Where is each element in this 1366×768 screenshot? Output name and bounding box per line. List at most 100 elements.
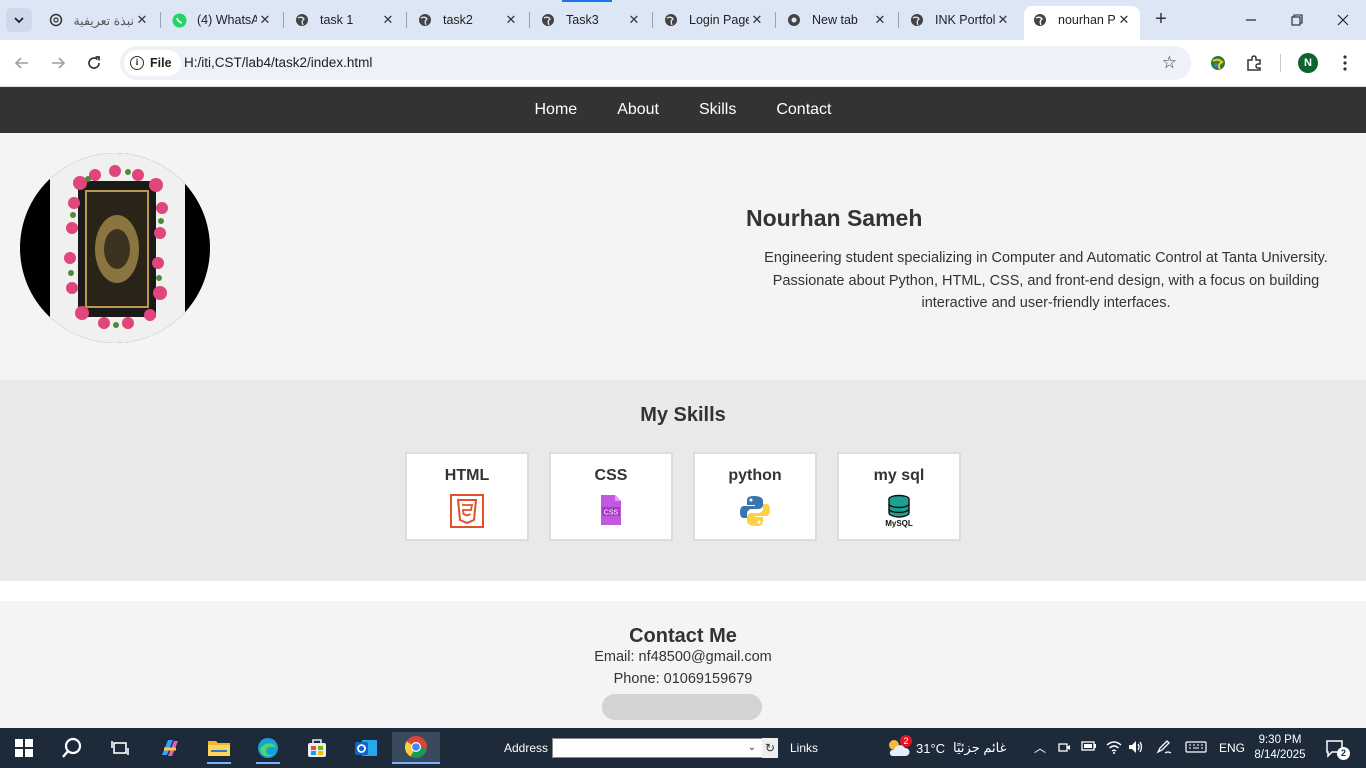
meet-now-icon[interactable] xyxy=(1057,740,1071,757)
chip-label: File xyxy=(150,56,172,70)
nav-link-skills[interactable]: Skills xyxy=(699,101,736,119)
close-window-button[interactable] xyxy=(1329,6,1357,34)
close-icon[interactable]: ✕ xyxy=(257,12,273,28)
arrow-right-icon xyxy=(52,57,66,69)
language-indicator[interactable]: ENG xyxy=(1219,741,1245,755)
section-divider xyxy=(0,581,1366,601)
globe-icon xyxy=(294,12,310,28)
wifi-icon[interactable] xyxy=(1106,740,1122,757)
chrome-icon xyxy=(786,12,802,28)
close-icon[interactable]: ✕ xyxy=(380,12,396,28)
clock-time: 9:30 PM xyxy=(1258,734,1302,746)
running-indicator xyxy=(256,762,280,764)
skill-card-mysql: my sql MySQL xyxy=(837,452,961,541)
chevron-up-icon[interactable]: ︿ xyxy=(1034,739,1046,756)
new-tab-button[interactable]: + xyxy=(1150,8,1172,32)
extensions-puzzle-icon[interactable] xyxy=(1243,52,1265,74)
nav-link-contact[interactable]: Contact xyxy=(776,101,831,119)
whatsapp-icon xyxy=(171,12,187,28)
copilot-button[interactable] xyxy=(150,732,190,764)
chrome-taskbar-button[interactable] xyxy=(392,732,440,764)
notification-badge: 2 xyxy=(1337,747,1350,760)
outlook-button[interactable] xyxy=(346,732,386,764)
tab-1[interactable]: (4) WhatsApp ✕ xyxy=(163,6,281,34)
tab-7[interactable]: INK Portfolio ✕ xyxy=(901,6,1019,34)
extension-globe-icon[interactable] xyxy=(1207,52,1229,74)
weather-widget[interactable]: 2 31°C غائم جزئيًا xyxy=(886,735,1007,760)
task-view-button[interactable] xyxy=(100,732,140,764)
weather-cloud-icon: 2 xyxy=(886,735,912,758)
close-icon[interactable]: ✕ xyxy=(872,12,888,28)
skill-name: python xyxy=(728,467,782,484)
back-button[interactable] xyxy=(10,51,34,75)
tab-title: nourhan Portfolio xyxy=(1058,13,1116,27)
tab-3[interactable]: task2 ✕ xyxy=(409,6,527,34)
tab-title: Login Page xyxy=(689,13,749,27)
minimize-button[interactable] xyxy=(1237,6,1265,34)
task-view-icon xyxy=(111,741,129,755)
globe-icon xyxy=(663,12,679,28)
tab-separator xyxy=(529,12,530,28)
tab-separator xyxy=(775,12,776,28)
battery-icon[interactable] xyxy=(1081,740,1097,755)
address-go-icon[interactable]: ↻ xyxy=(762,738,778,758)
tab-8-active[interactable]: nourhan Portfolio ✕ xyxy=(1024,6,1140,40)
chevron-down-icon[interactable]: ⌄ xyxy=(744,738,760,758)
url-text[interactable]: H:/iti,CST/lab4/task2/index.html xyxy=(184,55,372,70)
skills-heading: My Skills xyxy=(640,404,726,426)
menu-kebab-icon[interactable] xyxy=(1334,52,1356,74)
forward-button[interactable] xyxy=(46,51,70,75)
nav-link-home[interactable]: Home xyxy=(535,101,578,119)
store-button[interactable] xyxy=(297,732,337,764)
nav-link-about[interactable]: About xyxy=(617,101,659,119)
search-button[interactable] xyxy=(52,732,92,764)
restore-button[interactable] xyxy=(1283,6,1311,34)
skill-card-python: python xyxy=(693,452,817,541)
tab-5[interactable]: Login Page ✕ xyxy=(655,6,773,34)
close-icon[interactable]: ✕ xyxy=(749,12,765,28)
taskbar-links-label[interactable]: Links xyxy=(790,741,818,755)
close-icon[interactable]: ✕ xyxy=(503,12,519,28)
close-icon[interactable]: ✕ xyxy=(134,12,150,28)
volume-icon[interactable] xyxy=(1128,740,1144,757)
chevron-down-icon xyxy=(14,17,24,24)
start-button[interactable] xyxy=(4,732,44,764)
notification-center-button[interactable]: 2 xyxy=(1316,732,1356,764)
keyboard-icon[interactable] xyxy=(1185,740,1207,757)
skill-name: CSS xyxy=(594,467,628,484)
close-icon[interactable]: ✕ xyxy=(995,12,1011,28)
tab-search-button[interactable] xyxy=(6,8,32,32)
outlook-icon xyxy=(355,740,377,756)
globe-icon xyxy=(1032,12,1048,28)
edge-button[interactable] xyxy=(248,732,288,764)
reload-button[interactable] xyxy=(82,51,106,75)
skill-card-css: CSS CSS xyxy=(549,452,673,541)
tab-title: New tab xyxy=(812,13,858,27)
globe-icon xyxy=(417,12,433,28)
skill-card-html: HTML xyxy=(405,452,529,541)
close-icon[interactable]: ✕ xyxy=(626,12,642,28)
tab-0[interactable]: نبذة تعريفية ✕ xyxy=(40,6,158,34)
file-explorer-button[interactable] xyxy=(199,732,239,764)
profile-avatar[interactable]: N xyxy=(1298,53,1318,73)
arrow-left-icon xyxy=(14,57,28,69)
contact-heading: Contact Me xyxy=(629,625,737,647)
contact-email: Email: nf48500@gmail.com xyxy=(594,649,772,665)
skill-name: my sql xyxy=(873,467,925,484)
tab-2[interactable]: task 1 ✕ xyxy=(286,6,404,34)
close-icon[interactable]: ✕ xyxy=(1116,12,1132,28)
tab-loading-indicator xyxy=(562,0,612,2)
toolbar-separator xyxy=(1280,54,1281,72)
tab-4[interactable]: Task3 ✕ xyxy=(532,6,650,34)
system-clock[interactable]: 9:30 PM 8/14/2025 xyxy=(1252,733,1308,763)
profile-name: Nourhan Sameh xyxy=(746,205,923,231)
web-page: Home About Skills Contact Nourhan Sameh … xyxy=(0,87,1366,728)
bookmark-star-icon[interactable]: ☆ xyxy=(1162,54,1177,72)
tab-title: task2 xyxy=(443,13,473,27)
close-icon xyxy=(1337,14,1349,26)
site-info-chip[interactable]: i File xyxy=(124,50,181,76)
weather-desc: غائم جزئيًا xyxy=(953,740,1007,755)
pen-icon[interactable] xyxy=(1156,740,1172,757)
address-bar[interactable]: i File H:/iti,CST/lab4/task2/index.html … xyxy=(120,46,1191,80)
tab-6[interactable]: New tab ✕ xyxy=(778,6,896,34)
